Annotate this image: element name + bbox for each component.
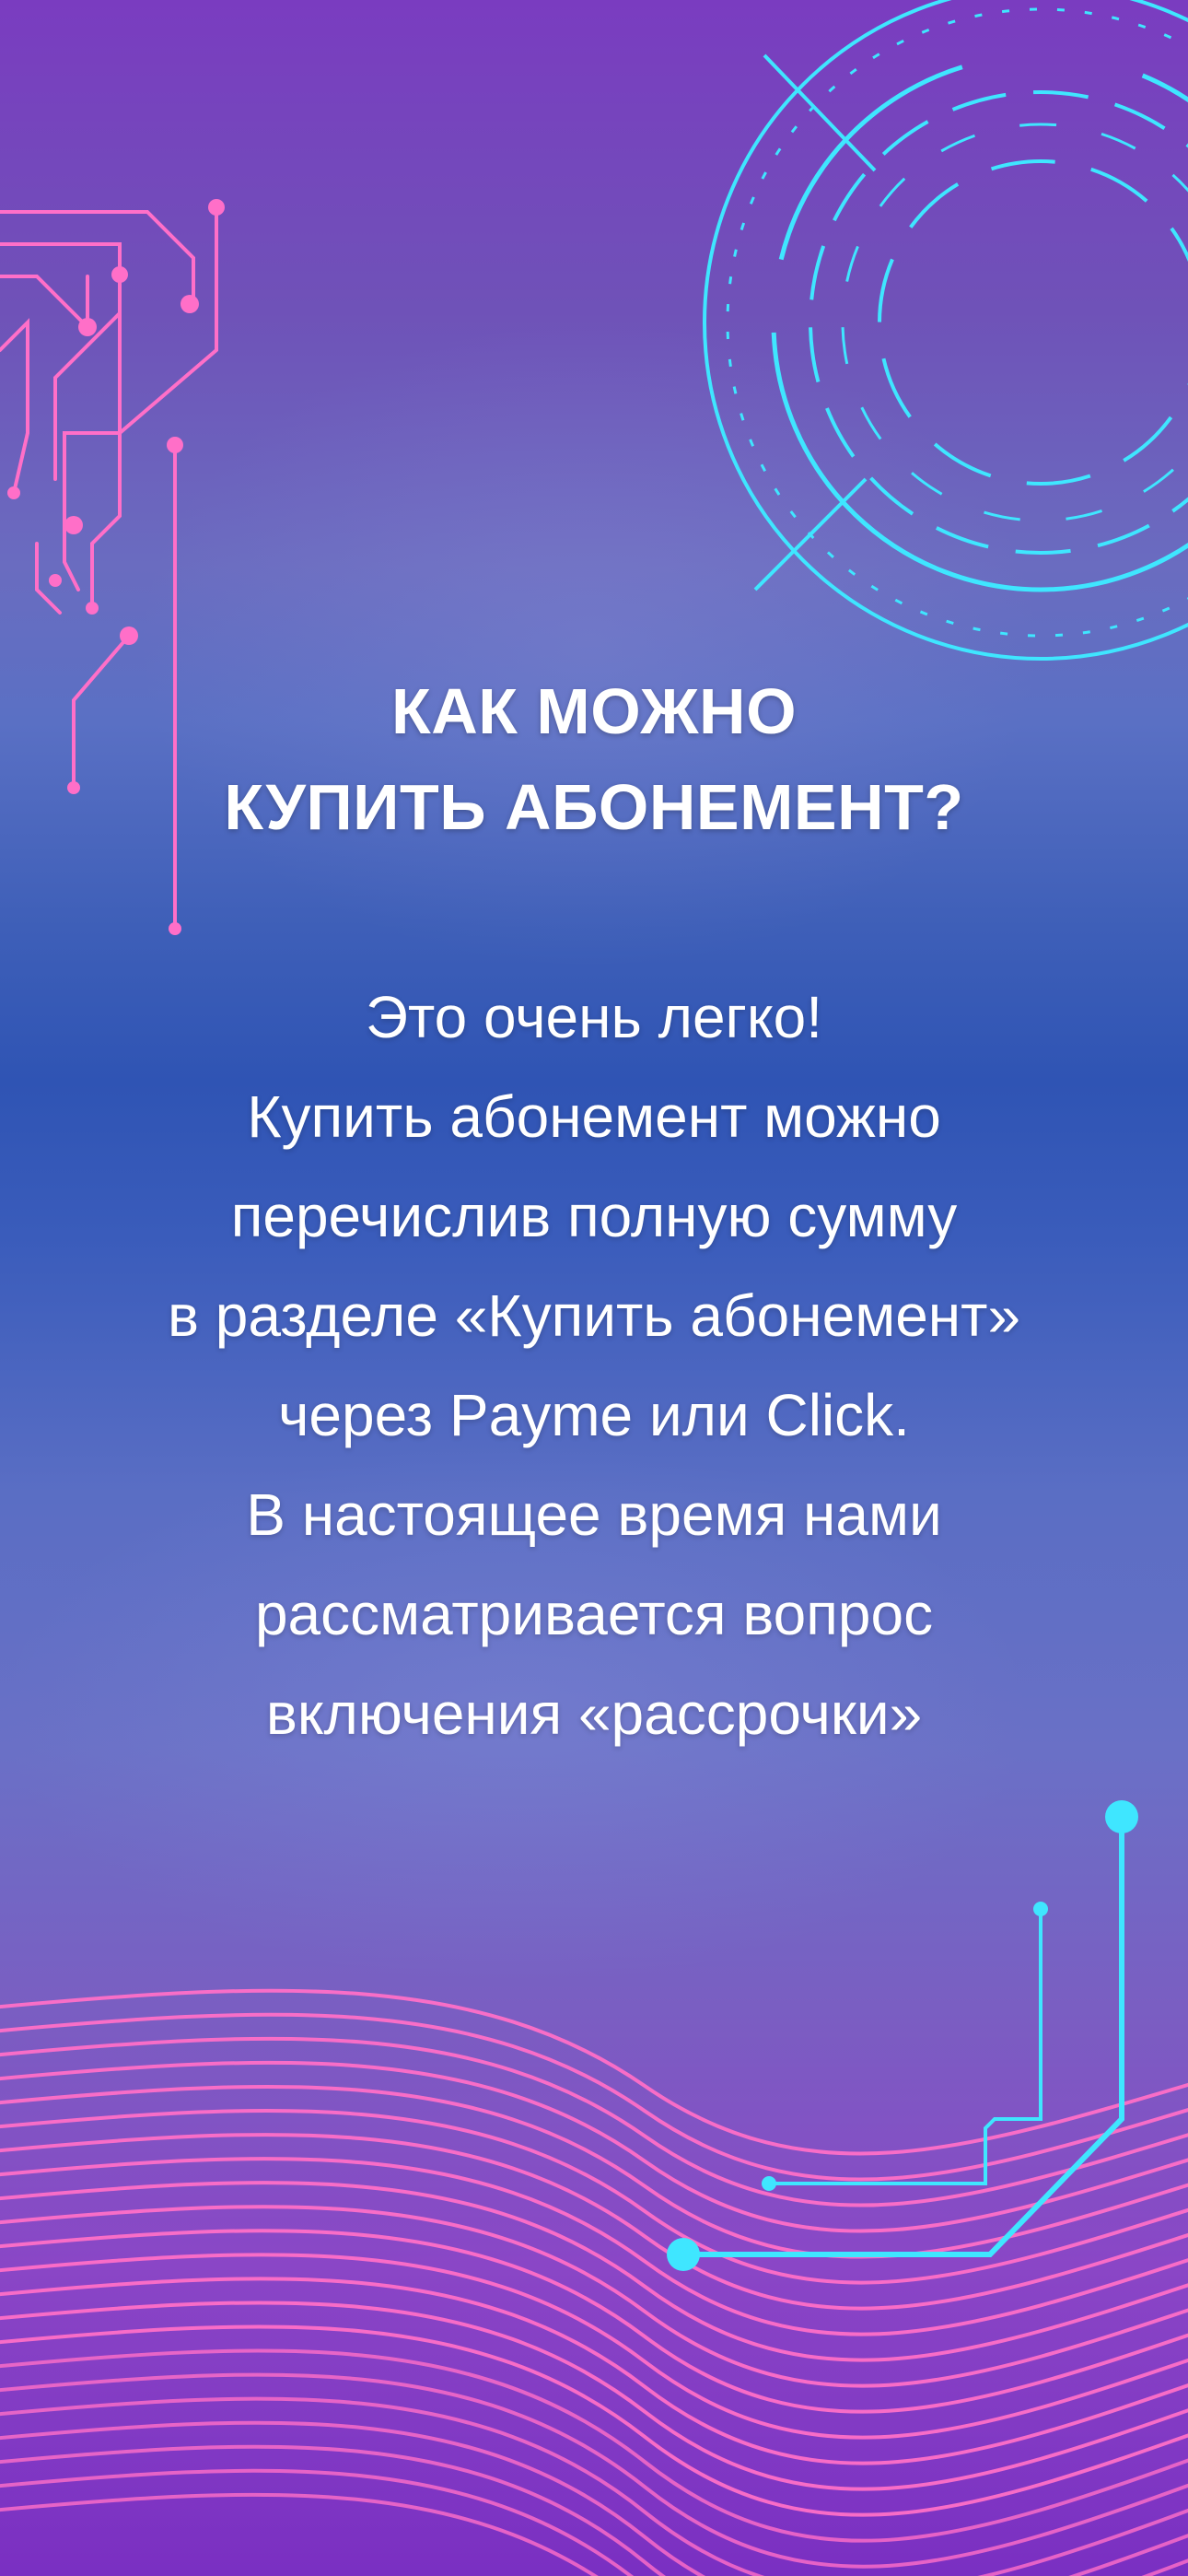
page-title: КАК МОЖНО КУПИТЬ АБОНЕМЕНТ? [0, 663, 1188, 855]
body-line-2: Купить абонемент можно [247, 1083, 941, 1150]
body-line-1: Это очень легко! [366, 984, 822, 1050]
body-line-8: включения «рассрочки» [265, 1680, 923, 1747]
body-line-6: В настоящее время нами [246, 1481, 942, 1548]
body-line-4: в разделе «Купить абонемент» [167, 1282, 1021, 1349]
body-line-5: через Payme или Click. [278, 1382, 910, 1448]
body-line-3: перечислив полную сумму [230, 1183, 958, 1249]
body-paragraph: Это очень легко! Купить абонемент можно … [0, 967, 1188, 1763]
title-line-1: КАК МОЖНО [390, 675, 798, 747]
title-line-2: КУПИТЬ АБОНЕМЕНТ? [224, 771, 964, 843]
body-line-7: рассматривается вопрос [254, 1581, 934, 1647]
